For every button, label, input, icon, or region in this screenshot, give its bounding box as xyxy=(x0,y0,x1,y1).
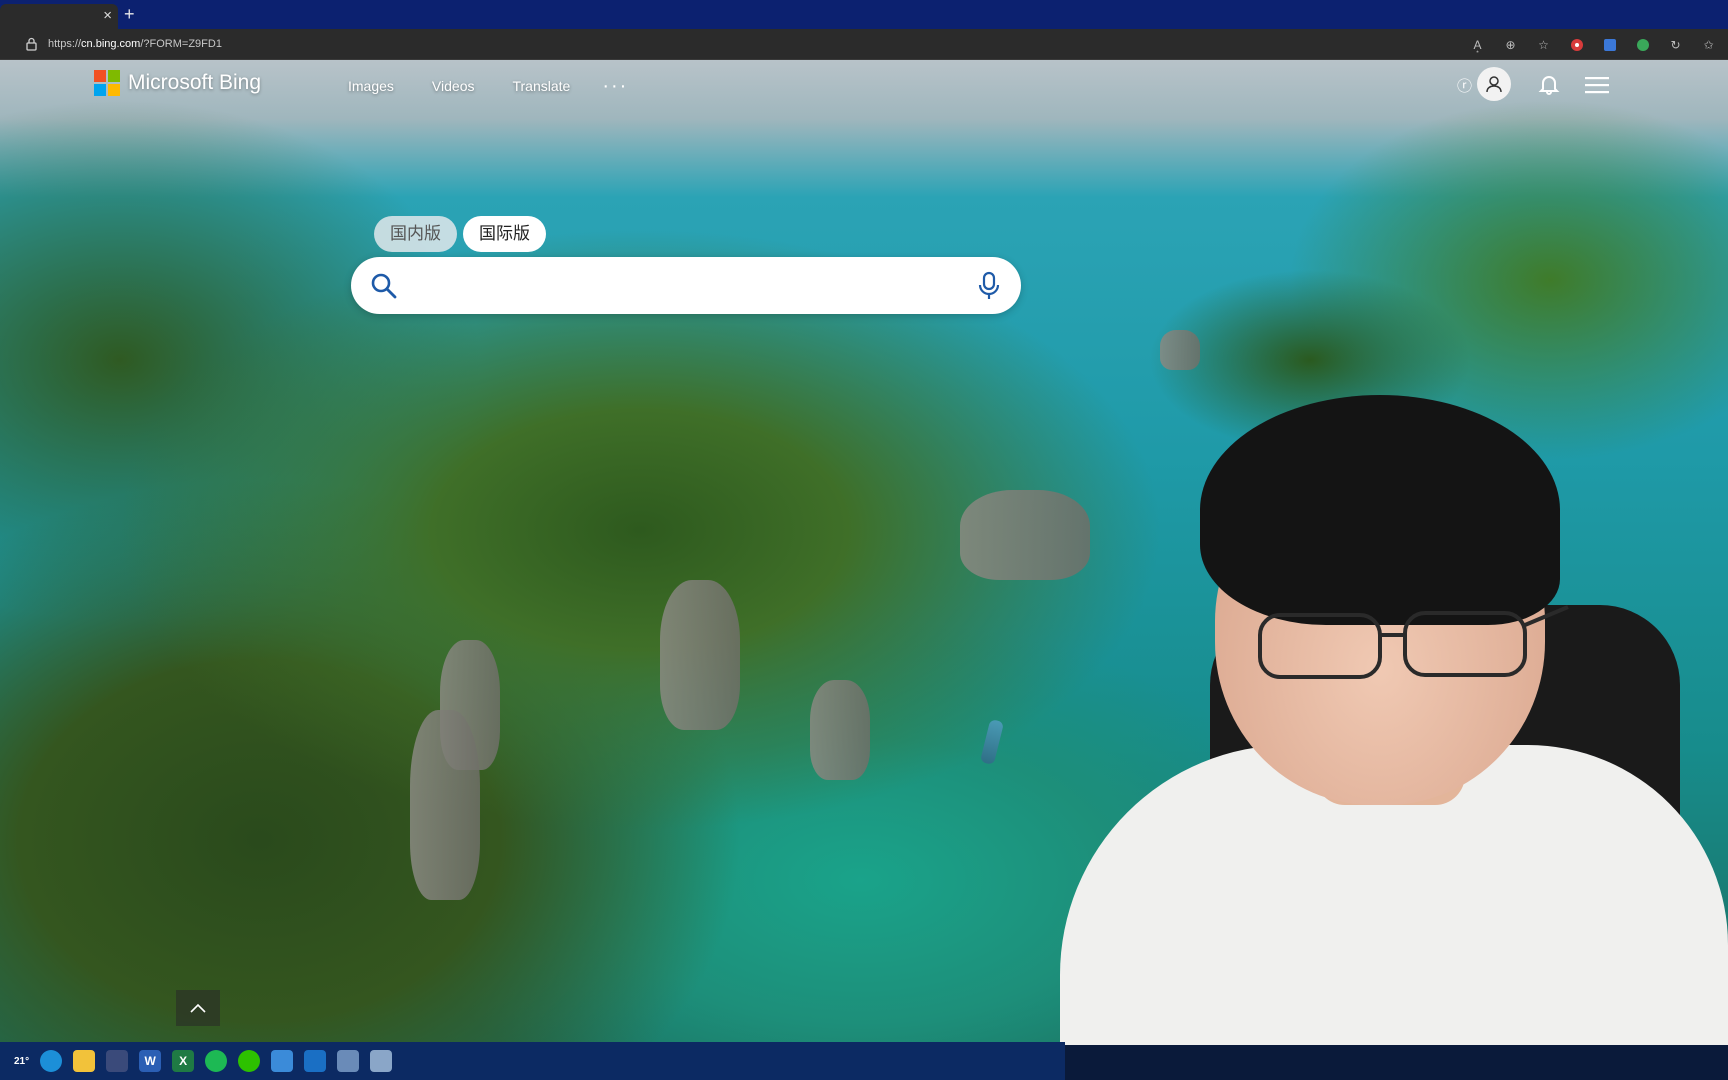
glasses-icon xyxy=(1258,605,1569,679)
url-host: cn.bing.com xyxy=(81,38,141,50)
search-icon[interactable] xyxy=(369,271,399,301)
scroll-up-button[interactable] xyxy=(176,990,220,1026)
account-avatar[interactable] xyxy=(1477,67,1511,101)
lock-icon[interactable] xyxy=(26,37,37,51)
url-path: /?FORM=Z9FD1 xyxy=(140,38,222,50)
tab-international[interactable]: 国际版 xyxy=(463,216,546,252)
refresh-icon[interactable]: ↻ xyxy=(1666,35,1685,54)
rock-formation xyxy=(410,710,480,900)
microphone-icon[interactable] xyxy=(977,271,1001,301)
rock-formation xyxy=(810,680,870,780)
microsoft-logo-icon xyxy=(94,70,120,96)
hair xyxy=(1200,395,1560,625)
extension-icon[interactable] xyxy=(1567,35,1586,54)
excel-icon[interactable]: X xyxy=(172,1050,195,1072)
edge-icon[interactable] xyxy=(40,1050,63,1072)
url-field[interactable]: https://cn.bing.com/?FORM=Z9FD1 xyxy=(48,38,222,50)
search-box[interactable] xyxy=(351,257,1021,314)
read-aloud-icon[interactable]: A͙ xyxy=(1468,35,1487,54)
nav-translate[interactable]: Translate xyxy=(512,78,570,94)
taskbar-icons: 21° W X xyxy=(14,1050,393,1072)
user-icon xyxy=(1486,76,1502,93)
brand-name: Microsoft Bing xyxy=(128,71,262,94)
windows-taskbar: 21° W X xyxy=(0,1042,1065,1080)
close-tab-icon[interactable]: × xyxy=(103,7,112,25)
pen-icon[interactable] xyxy=(106,1050,129,1072)
mail-icon[interactable] xyxy=(304,1050,327,1072)
bing-logo[interactable]: Microsoft Bing xyxy=(94,70,261,96)
region-tabs: 国内版 国际版 xyxy=(374,216,546,252)
tab-domestic[interactable]: 国内版 xyxy=(374,216,457,252)
add-favorite-icon[interactable]: ☆ xyxy=(1534,35,1553,54)
file-explorer-icon[interactable] xyxy=(73,1050,96,1072)
nav-more-button[interactable]: ··· xyxy=(602,76,628,96)
translate-icon[interactable] xyxy=(1600,35,1619,54)
extension-green-icon[interactable] xyxy=(1633,35,1652,54)
app2-icon[interactable] xyxy=(337,1050,360,1072)
notification-bell-icon[interactable] xyxy=(1538,73,1560,95)
webcam-presenter xyxy=(1060,395,1728,1045)
rock-formation xyxy=(1160,330,1200,370)
app-icon[interactable] xyxy=(271,1050,294,1072)
chevron-up-icon xyxy=(190,1003,206,1013)
browser-tab[interactable]: × xyxy=(0,4,118,29)
nav-images[interactable]: Images xyxy=(348,78,394,94)
app3-icon[interactable] xyxy=(370,1050,393,1072)
url-prefix: https:// xyxy=(48,38,82,50)
zoom-icon[interactable]: ⊕ xyxy=(1501,35,1520,54)
bing-nav: Images Videos Translate ··· xyxy=(348,76,628,96)
weather-icon[interactable]: 21° xyxy=(14,1050,29,1072)
browser-tab-strip: × + xyxy=(0,0,1728,29)
boat xyxy=(979,718,1005,766)
wechat-icon[interactable] xyxy=(238,1050,261,1072)
word-icon[interactable]: W xyxy=(139,1050,162,1072)
rock-formation xyxy=(660,580,740,730)
favorites-icon[interactable]: ✩ xyxy=(1699,35,1718,54)
menu-icon[interactable] xyxy=(1585,76,1609,94)
nav-videos[interactable]: Videos xyxy=(432,78,475,94)
browser-toolbar: A͙ ⊕ ☆ ↻ ✩ xyxy=(1468,35,1718,54)
spotify-icon[interactable] xyxy=(205,1050,228,1072)
rewards-icon[interactable]: ⓡ xyxy=(1457,75,1472,96)
new-tab-button[interactable]: + xyxy=(124,5,135,23)
address-bar: https://cn.bing.com/?FORM=Z9FD1 A͙ ⊕ ☆ ↻… xyxy=(0,29,1728,60)
search-input[interactable] xyxy=(413,267,953,304)
